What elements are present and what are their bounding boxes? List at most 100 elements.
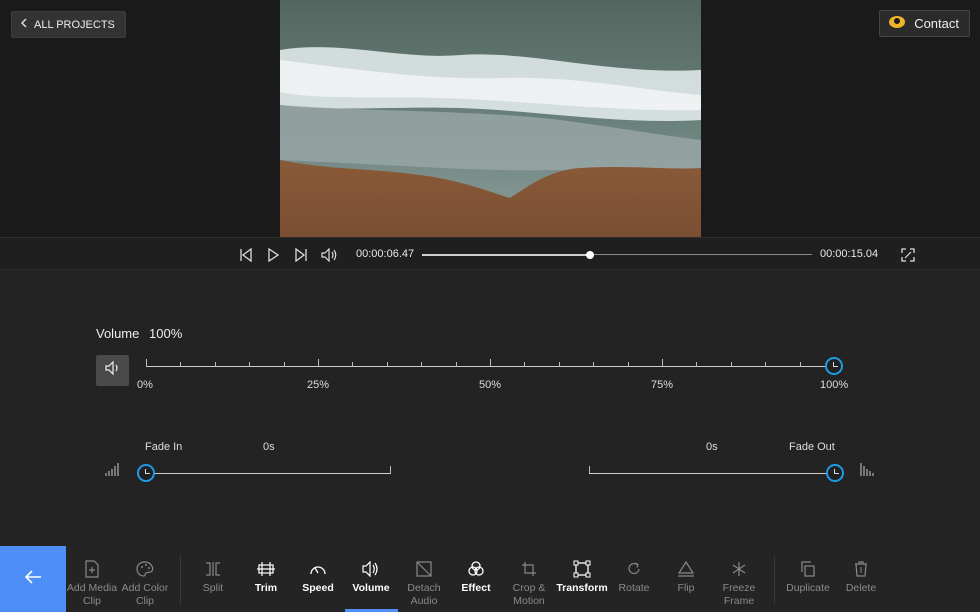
volume-value: 100% (149, 326, 183, 341)
major-tick (146, 359, 147, 367)
fade-in-handle[interactable] (137, 464, 155, 482)
minor-tick (214, 362, 216, 367)
video-preview (280, 0, 701, 237)
minor-tick (455, 362, 457, 367)
volume-panel: Volume 100% 0% 25% 50% 75% 100% Fade In … (0, 271, 980, 546)
contact-button[interactable]: Contact (879, 10, 970, 37)
minor-tick (558, 362, 560, 367)
minor-tick (593, 362, 595, 367)
volume-title: Volume (96, 326, 140, 341)
tick-label-75: 75% (651, 379, 674, 391)
toolbar-divider (180, 556, 181, 604)
minor-tick (765, 362, 767, 367)
tool-label: Volume (352, 582, 390, 594)
rotate-icon (626, 559, 642, 579)
tool-label: Split (202, 582, 224, 594)
tool-crop-motion[interactable]: Crop & Motion (501, 546, 557, 612)
contact-label: Contact (914, 16, 959, 31)
tool-label: Effect (461, 582, 491, 594)
palette-icon (136, 559, 154, 579)
tool-effect[interactable]: Effect (448, 546, 504, 612)
trash-icon (854, 559, 868, 579)
fade-in-end-tick (390, 466, 391, 474)
timeline-progress (422, 253, 590, 256)
fade-in-value: 0s (263, 441, 275, 453)
transform-icon (573, 559, 591, 579)
trim-icon (256, 559, 276, 579)
flip-icon (677, 559, 695, 579)
fade-out-handle[interactable] (826, 464, 844, 482)
back-button[interactable] (0, 546, 66, 612)
total-time: 00:00:15.04 (820, 248, 879, 260)
minor-tick (524, 362, 526, 367)
tool-speed[interactable]: Speed (290, 546, 346, 612)
split-icon (204, 559, 222, 579)
tool-label: Rotate (618, 582, 650, 594)
tool-label: Speed (302, 582, 334, 594)
fade-out-icon (859, 461, 877, 482)
tool-add-color-clip[interactable]: Add Color Clip (117, 546, 173, 612)
tool-label: Flip (677, 582, 695, 594)
tool-trim[interactable]: Trim (238, 546, 294, 612)
tool-add-media-clip[interactable]: Add Media Clip (64, 546, 120, 612)
speaker-icon[interactable] (321, 246, 339, 264)
minor-tick (799, 362, 801, 367)
tool-duplicate[interactable]: Duplicate (780, 546, 836, 612)
skip-end-icon[interactable] (292, 246, 310, 264)
minor-tick (627, 362, 629, 367)
fade-out-label: Fade Out (789, 441, 835, 453)
play-icon[interactable] (264, 246, 282, 264)
add-media-icon (84, 559, 100, 579)
timeline-scrubber[interactable] (422, 251, 812, 259)
fullscreen-icon[interactable] (899, 246, 917, 264)
all-projects-button[interactable]: ALL PROJECTS (11, 11, 126, 38)
fade-out-track (589, 473, 834, 474)
volume-handle[interactable] (825, 357, 843, 375)
tool-transform[interactable]: Transform (554, 546, 610, 612)
minor-tick (421, 362, 423, 367)
arrow-left-icon (23, 569, 43, 590)
speed-icon (309, 559, 327, 579)
tick-label-0: 0% (137, 379, 153, 391)
tool-label: Delete (845, 582, 877, 594)
tool-label: Crop & Motion (512, 582, 546, 607)
minor-tick (386, 362, 388, 367)
tool-label: Duplicate (786, 582, 830, 594)
minor-tick (283, 362, 285, 367)
preview-area: ALL PROJECTS Contact (0, 0, 980, 237)
tool-label: Add Media Clip (66, 582, 118, 607)
fade-in-track (146, 473, 391, 474)
chevron-left-icon (20, 18, 28, 31)
playback-bar: 00:00:06.47 00:00:15.04 (0, 237, 980, 270)
tool-detach-audio[interactable]: Detach Audio (396, 546, 452, 612)
detach-audio-icon (415, 559, 433, 579)
timeline-knob[interactable] (585, 251, 594, 259)
bottom-toolbar: Add Media Clip Add Color Clip Split Trim Spe… (0, 546, 980, 612)
tool-freeze-frame[interactable]: Freeze Frame (711, 546, 767, 612)
tool-delete[interactable]: Delete (833, 546, 889, 612)
tool-rotate[interactable]: Rotate (606, 546, 662, 612)
tick-label-50: 50% (479, 379, 502, 391)
minor-tick (696, 362, 698, 367)
skip-start-icon[interactable] (237, 246, 255, 264)
minor-tick (730, 362, 732, 367)
tool-flip[interactable]: Flip (658, 546, 714, 612)
major-tick (318, 359, 319, 367)
crop-icon (521, 559, 537, 579)
tool-split[interactable]: Split (185, 546, 241, 612)
tool-volume[interactable]: Volume (343, 546, 399, 612)
fade-out-value: 0s (706, 441, 718, 453)
all-projects-label: ALL PROJECTS (34, 18, 115, 31)
tool-label: Trim (254, 582, 278, 594)
tick-label-100: 100% (820, 379, 849, 391)
minor-tick (352, 362, 354, 367)
toolbar-divider (774, 556, 775, 604)
tool-label: Detach Audio (407, 582, 441, 607)
speaker-icon (104, 360, 121, 380)
tool-label: Transform (556, 582, 608, 594)
avatar-icon (888, 15, 906, 32)
mute-button[interactable] (96, 355, 129, 386)
duplicate-icon (800, 559, 816, 579)
minor-tick (249, 362, 251, 367)
effect-icon (467, 559, 485, 579)
